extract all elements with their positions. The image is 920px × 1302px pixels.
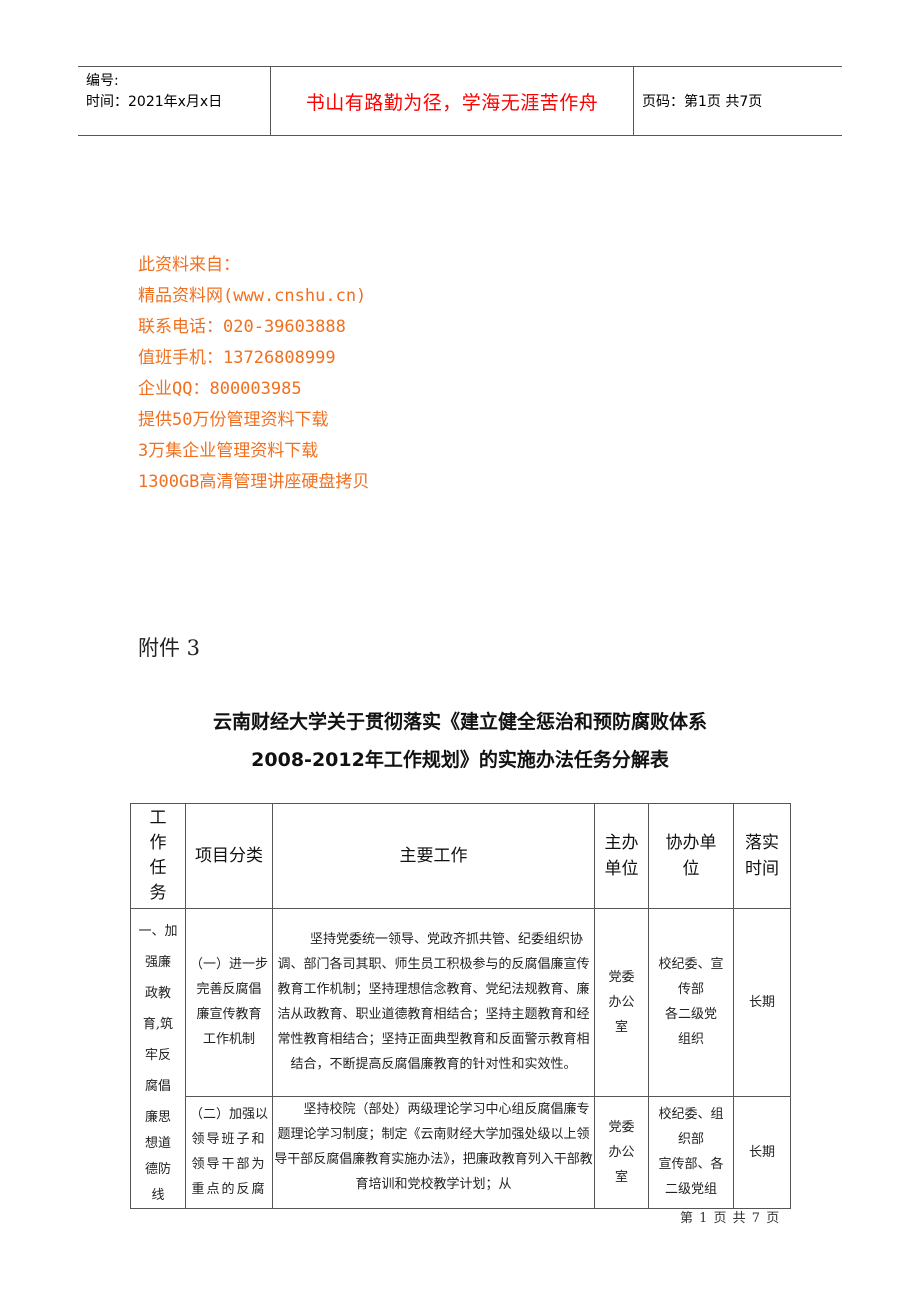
header-assist-line: 位 [682, 859, 700, 879]
category-line: 完善反腐倡 [196, 982, 262, 998]
header-time-line: 时间 [745, 859, 779, 879]
category-line: 重点的反腐 [191, 1182, 267, 1198]
header-assist-line: 协办单 [665, 833, 717, 853]
lead-line: 办公 [608, 1144, 635, 1160]
time-cell: 长期 [733, 1095, 791, 1209]
header-work: 主要工作 [272, 803, 595, 909]
assist-line: 织部 [677, 1132, 704, 1148]
table-row: （二）加强以 领导班子和 领导干部为 重点的反腐 坚持校院（部处）两级理论学习中… [131, 1095, 791, 1209]
lead-unit-cell: 党委 办公 室 [594, 1095, 649, 1209]
assist-unit-cell: 校纪委、组 织部 宣传部、各 二级党组 [648, 1095, 734, 1209]
category-line: （一）进一步 [189, 957, 268, 973]
header-lead-line: 单位 [604, 859, 639, 879]
header-task-char: 任 [149, 858, 167, 878]
lead-unit-cell: 党委 办公 室 [594, 908, 649, 1097]
source-line: 此资料来自： [138, 255, 240, 275]
main-work-text: 坚持党委统一领导、党政齐抓共管、纪委组织协调、部门各司其职、师生员工积极参与的反… [277, 932, 590, 1073]
attachment-label: 附件 3 [138, 636, 201, 660]
table-header-row: 工 作 任 务 项目分类 主要工作 主办 单位 协办单 位 落实 时间 [130, 803, 791, 909]
source-line: 精品资料网(www.cnshu.cn) [138, 286, 367, 306]
category-cell: （二）加强以 领导班子和 领导干部为 重点的反腐 [185, 1095, 273, 1209]
header-task: 工 作 任 务 [130, 803, 186, 909]
task-line: 育,筑 [142, 1017, 174, 1032]
document-title: 云南财经大学关于贯彻落实《建立健全惩治和预防腐败体系 2008-2012年工作规… [130, 703, 790, 779]
header-lead-unit: 主办 单位 [594, 803, 649, 909]
task-line: 牢反 [144, 1048, 171, 1063]
main-work-cell: 坚持党委统一领导、党政齐抓共管、纪委组织协调、部门各司其职、师生员工积极参与的反… [272, 908, 595, 1097]
header-lead-line: 主办 [604, 833, 639, 853]
lead-line: 室 [614, 1169, 628, 1185]
task-group-cell: 一、加 强廉 政教 育,筑 牢反 腐倡 廉思 想道 德防 线 [130, 908, 186, 1209]
lead-line: 室 [614, 1019, 628, 1035]
source-info-block: 此资料来自： 精品资料网(www.cnshu.cn) 联系电话：020-3960… [138, 250, 369, 498]
category-line: 领导干部为 [191, 1157, 267, 1173]
header-assist-unit: 协办单 位 [648, 803, 734, 909]
source-line: 提供50万份管理资料下载 [138, 410, 329, 430]
category-line: 廉宣传教育 [196, 1007, 262, 1023]
task-line: 德防 [144, 1162, 171, 1177]
source-line: 值班手机：13726808999 [138, 348, 336, 368]
lead-line: 党委 [608, 1119, 635, 1135]
assist-line: 二级党组 [664, 1182, 717, 1198]
document-number-label: 编号: [86, 73, 119, 89]
lead-line: 办公 [608, 994, 635, 1010]
task-line: 一、加 [138, 924, 178, 939]
assist-line: 宣传部、各 [658, 1157, 724, 1173]
header-task-char: 务 [149, 883, 167, 903]
title-line-2: 2008-2012年工作规划》的实施办法任务分解表 [251, 749, 669, 771]
source-line: 企业QQ：800003985 [138, 379, 302, 399]
header-task-char: 工 [149, 808, 167, 828]
source-line: 1300GB高清管理讲座硬盘拷贝 [138, 472, 370, 492]
source-line: 3万集企业管理资料下载 [138, 441, 319, 461]
category-cell: （一）进一步 完善反腐倡 廉宣传教育 工作机制 [185, 908, 273, 1097]
task-breakdown-table: 工 作 任 务 项目分类 主要工作 主办 单位 协办单 位 落实 时间 一、加 … [130, 803, 791, 1209]
main-work-text: 坚持校院（部处）两级理论学习中心组反腐倡廉专题理论学习制度；制定《云南财经大学加… [274, 1101, 593, 1192]
header-time-line: 落实 [745, 833, 779, 853]
category-line: 领导班子和 [191, 1132, 267, 1148]
lead-line: 党委 [608, 969, 635, 985]
assist-unit-cell: 校纪委、宣 传部 各二级党 组织 [648, 908, 734, 1097]
task-line: 想道 [144, 1136, 171, 1151]
assist-line: 校纪委、组 [658, 1107, 724, 1123]
document-date-label: 时间：2021年x月x日 [86, 94, 223, 110]
header-motto: 书山有路勤为径，学海无涯苦作舟 [271, 67, 634, 135]
task-line: 廉思 [144, 1110, 171, 1125]
page-header: 编号: 时间：2021年x月x日 书山有路勤为径，学海无涯苦作舟 页码：第1页 … [78, 66, 842, 136]
assist-line: 传部 [677, 982, 704, 998]
title-line-1: 云南财经大学关于贯彻落实《建立健全惩治和预防腐败体系 [212, 711, 707, 733]
assist-line: 校纪委、宣 [658, 957, 724, 973]
task-line: 线 [151, 1188, 165, 1203]
category-line: （二）加强以 [189, 1107, 268, 1123]
category-line: 工作机制 [202, 1032, 255, 1048]
task-line: 政教 [144, 986, 171, 1001]
header-time: 落实 时间 [733, 803, 791, 909]
source-line: 联系电话：020-39603888 [138, 317, 346, 337]
page-footer: 第 1 页 共 7 页 [680, 1211, 781, 1226]
table-row: 一、加 强廉 政教 育,筑 牢反 腐倡 廉思 想道 德防 线 （一）进一步 完善… [130, 908, 791, 1209]
header-category: 项目分类 [185, 803, 273, 909]
assist-line: 组织 [677, 1032, 704, 1048]
time-cell: 长期 [733, 908, 791, 1097]
assist-line: 各二级党 [664, 1007, 717, 1023]
main-work-cell: 坚持校院（部处）两级理论学习中心组反腐倡廉专题理论学习制度；制定《云南财经大学加… [272, 1095, 595, 1209]
task-line: 强廉 [144, 955, 171, 970]
header-meta: 编号: 时间：2021年x月x日 [78, 67, 271, 135]
header-task-char: 作 [149, 833, 167, 853]
header-page-label: 页码：第1页 共7页 [642, 94, 763, 110]
task-line: 腐倡 [144, 1079, 171, 1094]
